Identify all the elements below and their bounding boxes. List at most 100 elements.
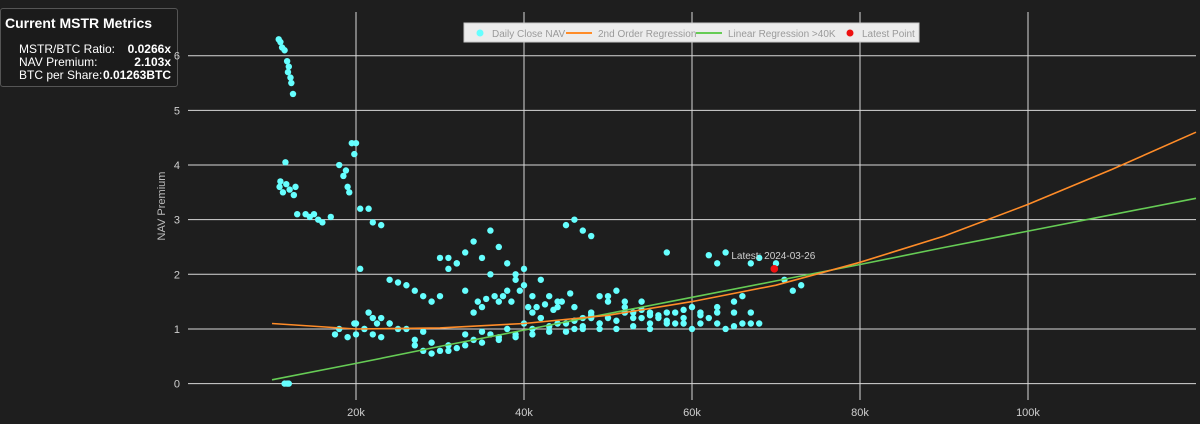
data-point: [453, 260, 460, 267]
data-point: [504, 287, 511, 294]
data-point: [537, 314, 544, 322]
data-point: [730, 298, 738, 305]
data-point: [310, 210, 318, 218]
data-point: [722, 249, 729, 256]
data-point: [453, 344, 460, 352]
data-point: [646, 325, 654, 333]
data-point: [672, 320, 679, 327]
data-point: [281, 47, 288, 54]
data-point: [462, 331, 469, 338]
data-point: [344, 333, 351, 341]
legend-label: Latest Point: [862, 29, 915, 40]
data-point: [730, 309, 738, 316]
y-tick-label: 4: [174, 160, 180, 172]
data-point: [386, 276, 393, 283]
data-point: [798, 282, 805, 289]
linear-regression-line: [271, 197, 1197, 381]
data-point: [571, 216, 578, 223]
data-point: [630, 323, 637, 330]
data-point: [462, 287, 469, 294]
data-point: [571, 303, 578, 311]
x-tick-label: 60k: [683, 407, 701, 419]
legend-label: Linear Regression >40K: [728, 29, 836, 40]
data-point: [546, 292, 553, 300]
data-point: [283, 57, 291, 65]
data-point: [478, 254, 486, 262]
data-point: [351, 320, 358, 327]
data-point: [436, 254, 444, 262]
data-point: [292, 183, 299, 191]
data-point: [588, 232, 595, 240]
data-point: [411, 342, 418, 349]
data-point: [420, 328, 427, 335]
data-point: [420, 292, 427, 300]
data-point: [474, 298, 481, 305]
data-point: [663, 317, 670, 324]
data-point: [319, 219, 326, 226]
data-point: [529, 331, 536, 338]
data-point: [516, 287, 523, 294]
data-point: [604, 298, 612, 305]
data-point: [789, 287, 796, 294]
data-point: [284, 68, 292, 76]
data-point: [730, 323, 738, 330]
data-point: [288, 79, 295, 87]
data-point: [756, 320, 763, 327]
data-point: [504, 325, 511, 333]
data-point: [495, 298, 502, 305]
data-point: [378, 314, 385, 322]
data-point: [596, 320, 603, 327]
data-point: [352, 331, 360, 338]
data-point: [520, 282, 528, 289]
data-point: [495, 243, 502, 251]
y-tick-label: 2: [174, 269, 180, 281]
data-point: [537, 276, 544, 283]
data-point: [462, 249, 469, 256]
data-point: [663, 309, 670, 316]
data-point: [491, 292, 498, 300]
data-point: [558, 298, 565, 305]
data-point: [714, 303, 721, 311]
data-point: [351, 150, 358, 158]
data-point: [621, 298, 628, 305]
data-point: [470, 238, 477, 245]
data-point: [508, 298, 515, 305]
data-point: [483, 295, 490, 303]
data-point: [478, 328, 486, 335]
data-point: [445, 347, 452, 355]
x-tick-label: 80k: [851, 407, 869, 419]
data-point: [294, 210, 301, 218]
legend-marker: [476, 29, 484, 37]
data-point: [529, 292, 536, 300]
data-point: [533, 303, 540, 311]
data-point: [462, 342, 469, 349]
data-point: [283, 180, 290, 188]
data-point: [436, 292, 444, 300]
data-point: [411, 287, 418, 294]
data-point: [436, 347, 444, 355]
data-point: [613, 325, 620, 333]
data-point: [714, 309, 721, 316]
data-point: [287, 74, 294, 81]
data-point: [445, 254, 452, 262]
data-point: [342, 167, 350, 174]
data-point: [369, 314, 376, 322]
data-point: [277, 38, 284, 46]
data-point: [331, 331, 339, 338]
data-point: [445, 265, 452, 273]
data-point: [478, 339, 486, 346]
data-point: [688, 325, 696, 333]
data-point: [327, 213, 334, 221]
data-point: [365, 205, 372, 212]
data-point: [282, 159, 289, 166]
data-point: [672, 309, 679, 316]
data-point: [747, 320, 754, 327]
data-point: [680, 314, 687, 322]
data-point: [411, 336, 418, 344]
data-point: [688, 303, 696, 311]
data-point: [487, 227, 494, 234]
chart-canvas[interactable]: 20k 40k 60k 80k 100k 0 1 2 3 4 5 6 NAV Premium Latest…: [0, 0, 1200, 424]
data-point: [638, 298, 645, 305]
y-tick-label: 6: [174, 51, 180, 63]
data-point: [579, 323, 586, 330]
